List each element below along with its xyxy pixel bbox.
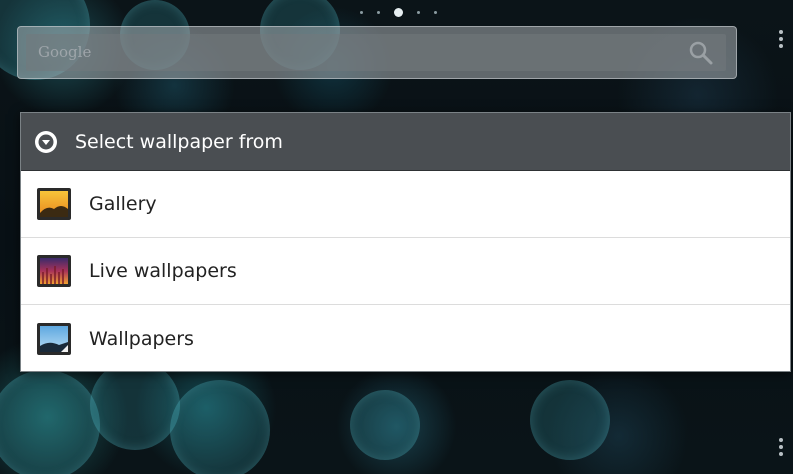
page-dot — [377, 11, 380, 14]
wallpaper-bubble — [170, 380, 270, 474]
live-wallpapers-icon — [37, 255, 71, 287]
page-indicator — [360, 8, 437, 17]
wallpapers-icon — [37, 322, 71, 355]
menu-icon[interactable] — [779, 30, 783, 48]
search-placeholder: Google — [38, 43, 92, 61]
page-dot-active — [394, 8, 403, 17]
page-dot — [360, 11, 363, 14]
search-input[interactable]: Google — [26, 34, 726, 71]
wallpaper-bubble — [530, 380, 610, 460]
page-dot — [434, 11, 437, 14]
gallery-icon — [37, 188, 71, 220]
google-search-widget[interactable]: Google — [17, 26, 737, 79]
dialog-header: Select wallpaper from — [21, 113, 790, 171]
wallpaper-bubble — [90, 360, 180, 450]
menu-icon[interactable] — [779, 438, 783, 456]
item-label: Live wallpapers — [89, 260, 237, 282]
list-item-gallery[interactable]: Gallery — [21, 171, 790, 238]
item-label: Wallpapers — [89, 327, 194, 350]
wallpaper-bubble — [350, 390, 420, 460]
wallpaper-picker-dialog: Select wallpaper from Gallery Live wallp… — [20, 112, 791, 372]
dialog-title: Select wallpaper from — [75, 130, 283, 153]
search-icon[interactable] — [688, 40, 714, 66]
item-label: Gallery — [89, 193, 157, 215]
wallpaper-bubble — [0, 370, 100, 474]
list-item-live-wallpapers[interactable]: Live wallpapers — [21, 238, 790, 305]
page-dot — [417, 11, 420, 14]
home-screen: Google Select wallpaper from Gallery Liv… — [0, 0, 793, 474]
chevron-down-circle-icon — [35, 130, 57, 153]
list-item-wallpapers[interactable]: Wallpapers — [21, 305, 790, 372]
